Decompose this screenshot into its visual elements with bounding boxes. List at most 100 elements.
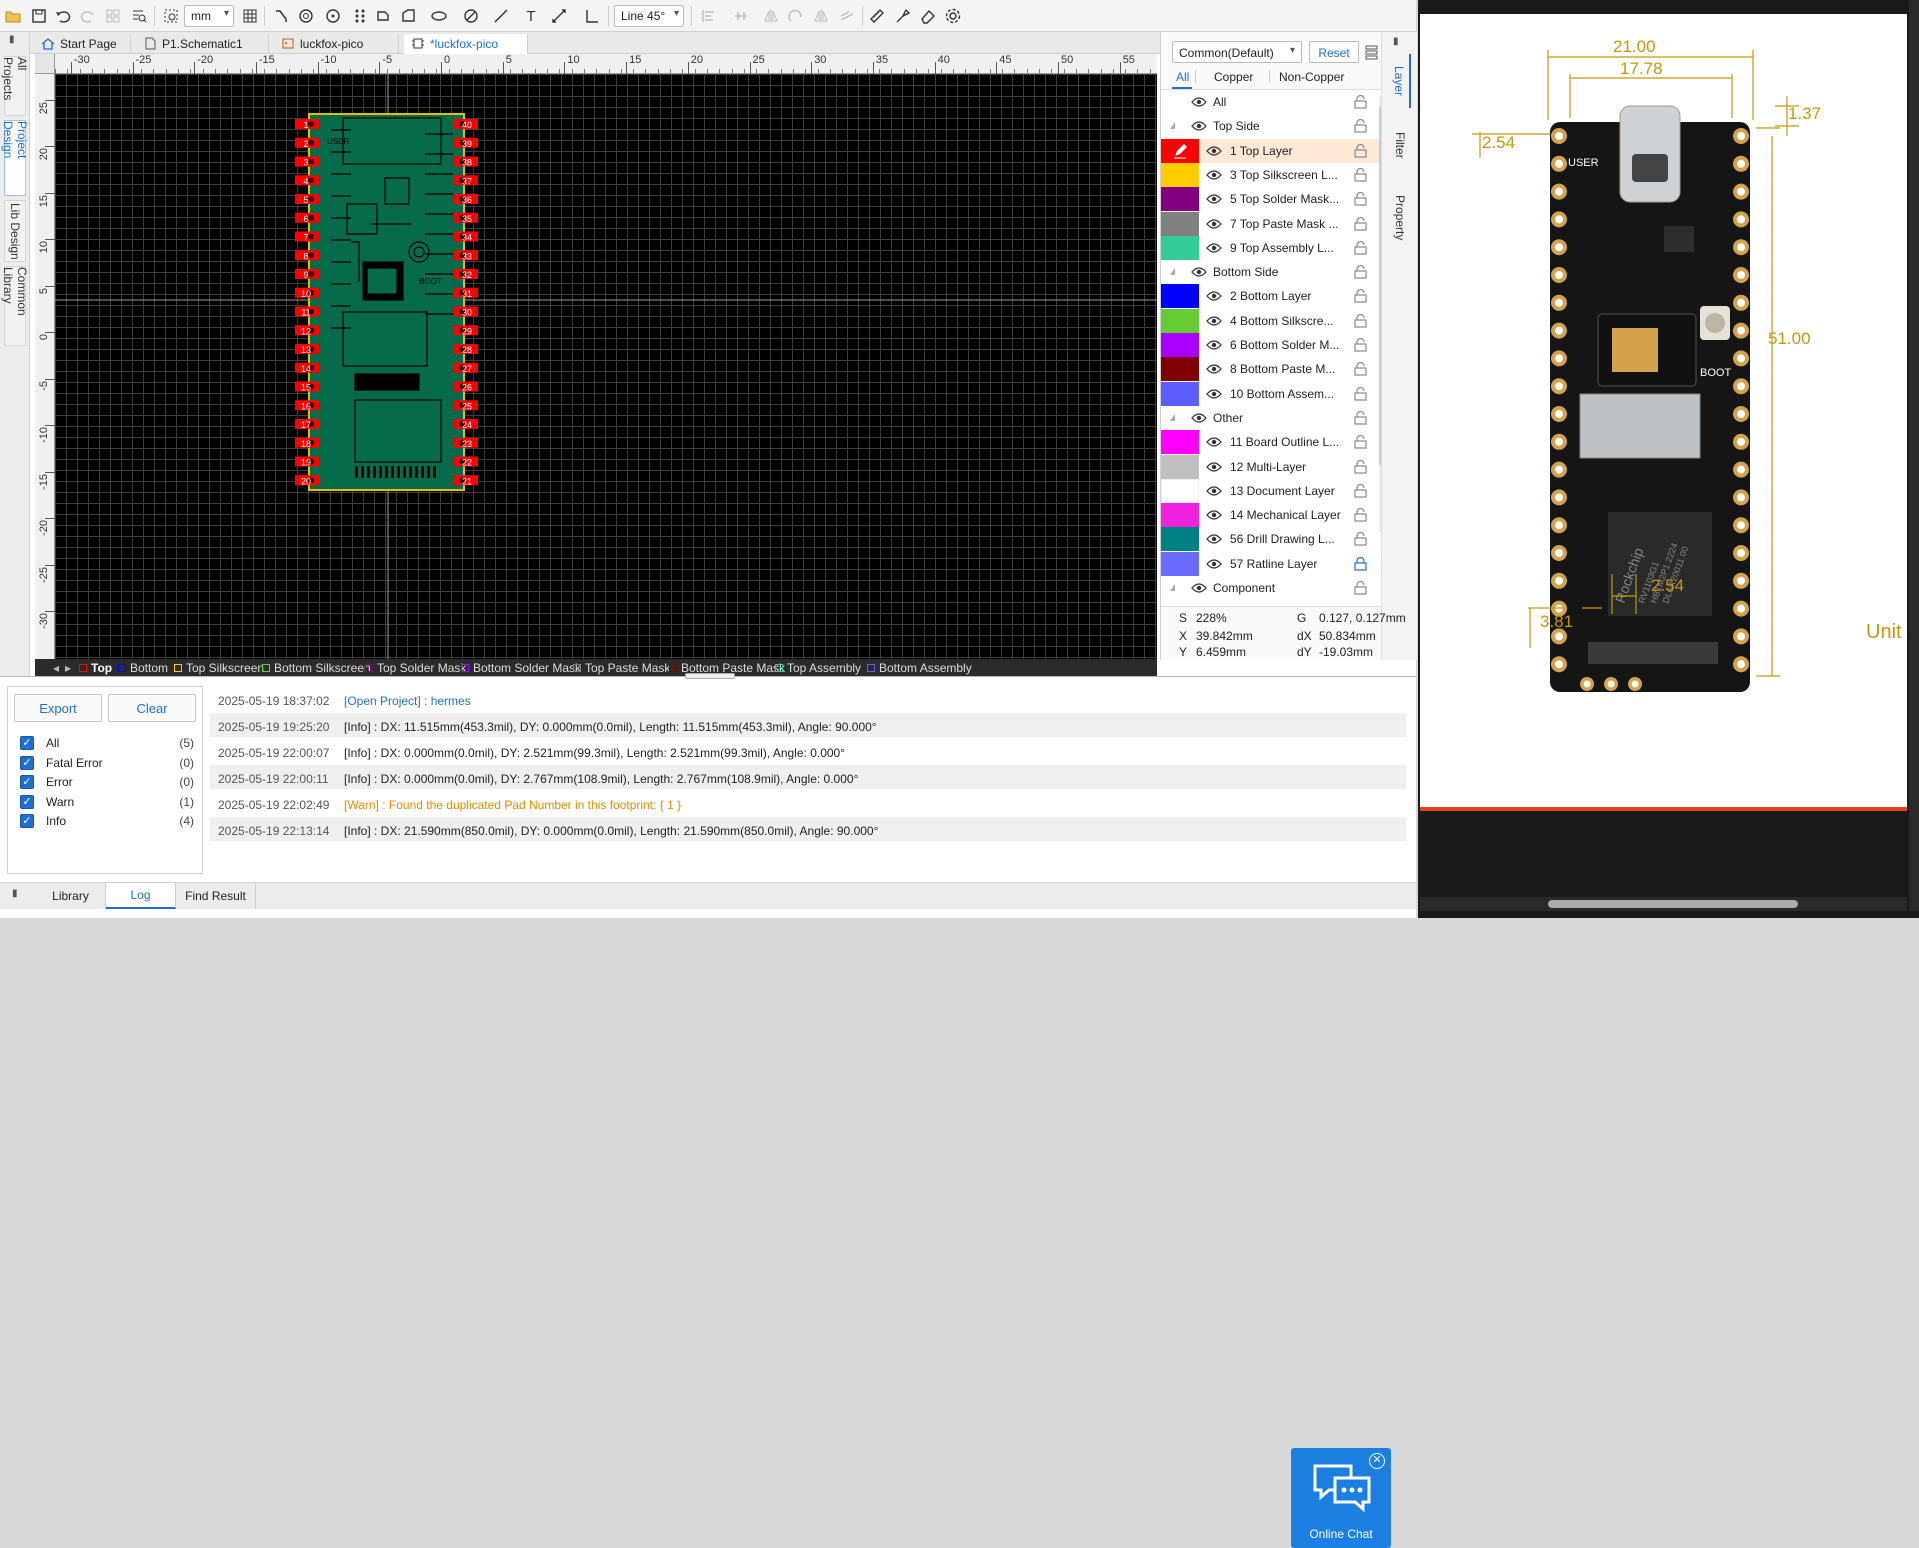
visibility-eye-icon[interactable]	[1206, 145, 1222, 157]
pad-icon[interactable]	[322, 5, 344, 27]
angle-icon[interactable]	[581, 5, 603, 27]
checkbox[interactable]: ✓	[20, 736, 34, 750]
pcb-canvas[interactable]: USER BOOT 1 2 3 4 5 6 7 8 9 10 11 12 13 14 15 16 17 18 19 20 4…	[35, 54, 1157, 660]
layer-chip[interactable]: Bottom	[118, 661, 168, 675]
filter-tab-all[interactable]: All	[1176, 70, 1189, 84]
log-filter-error[interactable]: ✓ Error (0)	[14, 772, 198, 792]
layer-group-row[interactable]: Other	[1161, 406, 1381, 430]
lock-icon[interactable]	[1354, 313, 1367, 328]
online-chat-widget[interactable]: ✕ Online Chat	[1291, 1448, 1391, 1548]
measure-icon[interactable]	[866, 5, 888, 27]
log-entry[interactable]: 2025-05-19 22:00:07 [Info] : DX: 0.000mm(…	[210, 739, 1406, 763]
log-filter-info[interactable]: ✓ Info (4)	[14, 811, 198, 831]
pad[interactable]: 21	[454, 475, 478, 486]
log-entry[interactable]: 2025-05-19 22:00:11 [Info] : DX: 0.000mm(…	[210, 765, 1406, 789]
find-icon[interactable]	[128, 5, 150, 27]
eraser-icon[interactable]	[917, 5, 939, 27]
filter-tab-non-copper[interactable]: Non-Copper	[1279, 70, 1344, 84]
layer-color-swatch[interactable]	[1161, 211, 1199, 236]
pad[interactable]: 39	[454, 137, 478, 149]
layer-color-swatch[interactable]	[1161, 381, 1199, 406]
pad[interactable]: 33	[454, 250, 478, 261]
visibility-eye-icon[interactable]	[1206, 461, 1222, 473]
canvas-grid-icon[interactable]	[239, 5, 261, 27]
pad[interactable]: 29	[454, 325, 478, 336]
log-entry[interactable]: 2025-05-19 22:02:49 [Warn] : Found the du…	[210, 791, 1406, 815]
pad[interactable]: 27	[454, 362, 478, 374]
layer-color-swatch[interactable]	[1161, 478, 1199, 503]
pad[interactable]: 34	[454, 231, 478, 243]
region-icon[interactable]	[372, 5, 394, 27]
pad[interactable]: 20	[295, 475, 319, 486]
visibility-eye-icon[interactable]	[1206, 509, 1222, 521]
pad[interactable]: 22	[454, 456, 478, 468]
checkbox[interactable]: ✓	[20, 755, 34, 770]
pad[interactable]: 40	[454, 119, 478, 130]
lock-icon[interactable]	[1354, 581, 1367, 595]
log-entry[interactable]: 2025-05-19 22:13:14 [Info] : DX: 21.590mm…	[210, 817, 1406, 841]
layer-group-row[interactable]: Bottom Side	[1161, 260, 1381, 284]
pin-icon[interactable]: ▮	[9, 34, 15, 45]
lock-icon[interactable]	[1354, 167, 1367, 182]
lock-icon[interactable]	[1354, 556, 1367, 571]
checkbox[interactable]: ✓	[20, 814, 34, 829]
visibility-eye-icon[interactable]	[1206, 533, 1222, 545]
layer-settings-icon[interactable]	[1365, 44, 1379, 60]
layer-chip[interactable]: Bottom Solder Mask	[461, 661, 581, 675]
dimension-icon[interactable]	[548, 5, 570, 27]
no-entry-icon[interactable]	[460, 5, 482, 27]
layer-row[interactable]: 8 Bottom Paste M...	[1161, 357, 1381, 382]
pad[interactable]: 31	[454, 287, 478, 299]
layer-chip[interactable]: Top Silkscreen	[174, 661, 264, 675]
visibility-eye-icon[interactable]	[1206, 169, 1222, 181]
align-icon[interactable]	[698, 5, 720, 27]
pad[interactable]: 7	[295, 231, 319, 243]
visibility-eye-icon[interactable]	[1206, 388, 1222, 400]
tab-all-projects[interactable]: All Projects	[1, 56, 29, 116]
pad[interactable]: 2	[295, 137, 319, 149]
pad[interactable]: 16	[295, 400, 319, 411]
clear-button[interactable]: Clear	[108, 694, 196, 722]
footprint-drawing[interactable]: USERBOOT12345678910111213141516171819204…	[55, 74, 1157, 660]
panel-resize-handle[interactable]	[685, 673, 735, 679]
visibility-eye-icon[interactable]	[1191, 412, 1207, 424]
via-icon[interactable]	[295, 5, 317, 27]
visibility-eye-icon[interactable]	[1191, 266, 1207, 278]
open-folder-icon[interactable]	[2, 5, 24, 27]
layer-color-swatch[interactable]	[1161, 162, 1199, 187]
side-tab-filter[interactable]: Filter	[1389, 118, 1411, 172]
pad[interactable]: 3	[295, 156, 319, 168]
side-tab-property[interactable]: Property	[1389, 182, 1411, 254]
pad[interactable]: 36	[454, 194, 478, 205]
zoom-area-icon[interactable]	[160, 5, 182, 27]
pad[interactable]: 9	[295, 269, 319, 280]
visibility-eye-icon[interactable]	[1206, 242, 1222, 254]
save-icon[interactable]	[28, 5, 50, 27]
route-mode-select[interactable]: Line 45° ▾	[614, 5, 684, 27]
layer-row[interactable]: 10 Bottom Assem...	[1161, 381, 1381, 406]
pad[interactable]: 15	[295, 381, 319, 393]
layer-color-swatch[interactable]	[1161, 527, 1199, 552]
lock-icon[interactable]	[1354, 240, 1367, 255]
layer-row[interactable]: 6 Bottom Solder M...	[1161, 333, 1381, 357]
lock-icon[interactable]	[1354, 95, 1367, 109]
pad[interactable]: 23	[454, 437, 478, 449]
pad[interactable]: 6	[295, 212, 319, 224]
tab-project-design[interactable]: Project Design	[1, 120, 29, 196]
lock-icon[interactable]	[1354, 289, 1367, 303]
log-filter-all[interactable]: ✓ All (5)	[14, 733, 198, 753]
layer-color-swatch[interactable]	[1161, 138, 1199, 163]
checkbox[interactable]: ✓	[20, 794, 34, 809]
layer-row[interactable]: 56 Drill Drawing L...	[1161, 527, 1381, 552]
visibility-eye-icon[interactable]	[1191, 582, 1207, 594]
visibility-eye-icon[interactable]	[1191, 96, 1207, 108]
layer-row[interactable]: 2 Bottom Layer	[1161, 284, 1381, 309]
visibility-eye-icon[interactable]	[1206, 436, 1222, 448]
redo-icon[interactable]	[77, 5, 99, 27]
image-vertical-scrollbar[interactable]	[1909, 0, 1919, 911]
layer-color-swatch[interactable]	[1161, 357, 1199, 382]
pad[interactable]: 37	[454, 175, 478, 186]
layer-color-swatch[interactable]	[1161, 430, 1199, 455]
lock-icon[interactable]	[1354, 410, 1367, 425]
rotate-icon[interactable]	[785, 5, 807, 27]
